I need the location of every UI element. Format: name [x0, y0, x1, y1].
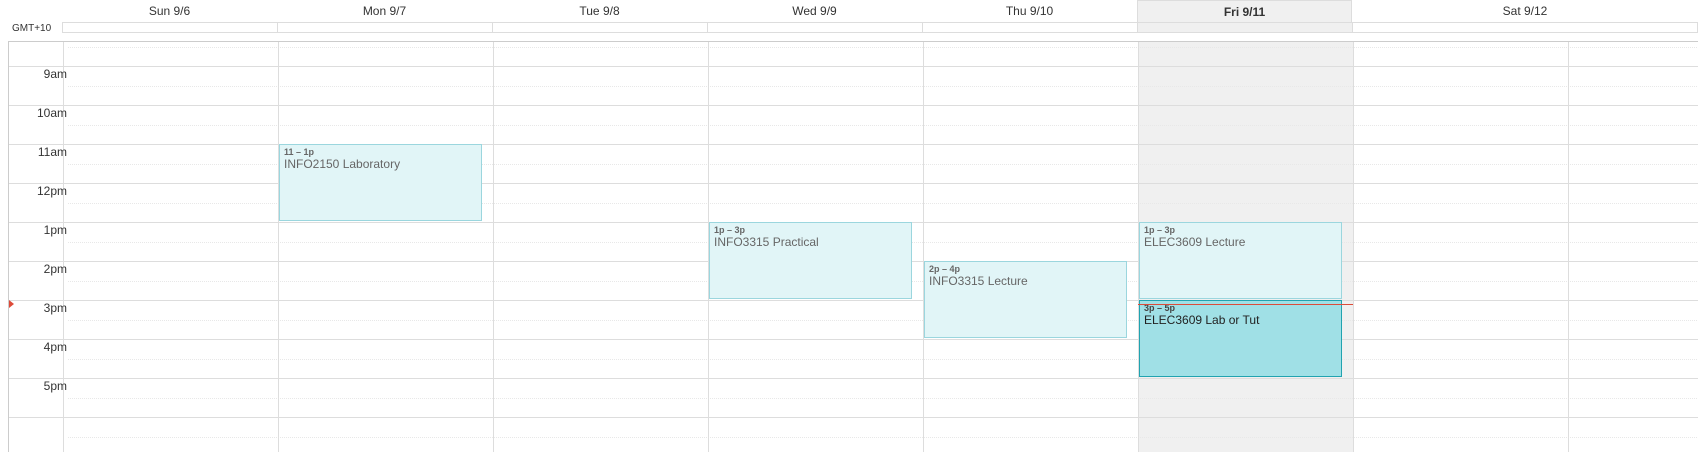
event-title: ELEC3609 Lecture [1144, 235, 1246, 249]
half-hour-line [68, 358, 1698, 360]
day-column-divider [493, 42, 494, 452]
event-time: 1p – 3p [714, 225, 746, 235]
timezone-label: GMT+10 [12, 23, 52, 34]
day-header-6[interactable]: Sat 9/12 [1352, 0, 1698, 22]
day-header-row: Sun 9/6 Mon 9/7 Tue 9/8 Wed 9/9 Thu 9/10 Fri … [0, 0, 1698, 22]
hour-line [9, 339, 1698, 340]
day-column-divider [278, 42, 279, 452]
hour-label: 9am [43, 67, 67, 81]
calendar-event[interactable]: 1p – 3p INFO3315 Practical [709, 222, 912, 299]
hour-label: 3pm [43, 301, 67, 315]
calendar-event[interactable]: 2p – 4p INFO3315 Lecture [924, 261, 1127, 338]
event-time: 1p – 3p [1144, 225, 1176, 235]
hour-label: 1pm [43, 223, 67, 237]
event-title: INFO3315 Practical [714, 235, 819, 249]
all-day-cell-0[interactable] [62, 22, 278, 33]
calendar-event[interactable]: 1p – 3p ELEC3609 Lecture [1139, 222, 1342, 299]
day-column-divider [1568, 42, 1569, 452]
hour-label: 5pm [43, 379, 67, 393]
event-title: ELEC3609 Lab or Tut [1144, 313, 1260, 327]
half-hour-line [68, 436, 1698, 438]
week-grid[interactable]: 9am 10am 11am 12pm 1pm 2pm 3pm 4pm 5pm 11 – 1p INF… [8, 41, 1698, 452]
hour-label: 2pm [43, 262, 67, 276]
all-day-cell-3[interactable] [707, 22, 923, 33]
half-hour-line [68, 397, 1698, 399]
all-day-cell-1[interactable] [277, 22, 493, 33]
half-hour-line [68, 319, 1698, 321]
hour-label: 12pm [36, 184, 67, 198]
calendar-event[interactable]: 11 – 1p INFO2150 Laboratory [279, 144, 482, 221]
current-time-marker-icon [9, 299, 14, 308]
hour-line [9, 417, 1698, 418]
day-header-4[interactable]: Thu 9/10 [922, 0, 1137, 22]
day-header-5[interactable]: Fri 9/11 [1137, 0, 1352, 22]
hour-line [9, 378, 1698, 379]
hour-line [9, 144, 1698, 145]
event-title: INFO3315 Lecture [929, 274, 1028, 288]
all-day-cell-2[interactable] [492, 22, 708, 33]
hour-label: 4pm [43, 340, 67, 354]
day-header-2[interactable]: Tue 9/8 [492, 0, 707, 22]
hour-line [9, 66, 1698, 67]
calendar-event[interactable]: 3p – 5p ELEC3609 Lab or Tut [1139, 300, 1342, 377]
hour-label: 11am [37, 145, 67, 159]
half-hour-line [68, 124, 1698, 126]
day-header-0[interactable]: Sun 9/6 [62, 0, 277, 22]
all-day-cell-5[interactable] [1137, 22, 1353, 33]
day-column-divider [923, 42, 924, 452]
day-column-divider [1353, 42, 1354, 452]
hour-line [9, 183, 1698, 184]
day-header-1[interactable]: Mon 9/7 [277, 0, 492, 22]
event-title: INFO2150 Laboratory [284, 157, 401, 171]
current-time-line [1138, 303, 1353, 305]
event-time: 11 – 1p [284, 147, 315, 157]
half-hour-line [68, 85, 1698, 87]
hour-line [9, 105, 1698, 106]
event-time: 2p – 4p [929, 264, 961, 274]
all-day-cell-4[interactable] [922, 22, 1138, 33]
day-header-3[interactable]: Wed 9/9 [707, 0, 922, 22]
hour-label: 10am [36, 106, 67, 120]
half-hour-line [68, 46, 1698, 48]
all-day-cell-6[interactable] [1352, 22, 1698, 33]
hour-line [9, 300, 1698, 301]
